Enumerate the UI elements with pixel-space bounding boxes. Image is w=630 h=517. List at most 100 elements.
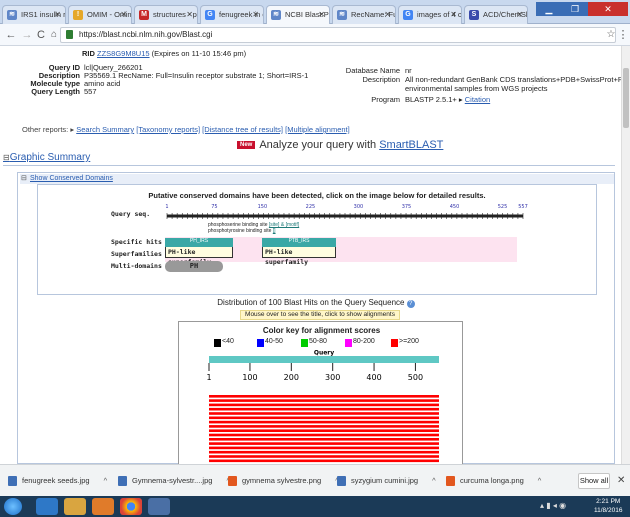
graphic-summary-panel: ⊟ Show Conserved Domains Putative conser…	[17, 172, 615, 464]
back-icon[interactable]: ←	[4, 27, 18, 43]
superfamily-bar[interactable]: PH-like superfamily	[165, 246, 233, 266]
program-value: BLASTP 2.5.1+	[405, 95, 457, 104]
download-item[interactable]: syzygium cumini.jpg ^	[335, 471, 436, 491]
tab[interactable]: ≋NCBI Blast:P355✕	[266, 5, 330, 24]
close-downloads-icon[interactable]: ✕	[617, 473, 625, 489]
explorer-icon[interactable]	[64, 498, 86, 515]
tab-close-icon[interactable]: ✕	[252, 6, 259, 23]
hit-bar[interactable]	[209, 399, 439, 402]
smartblast-link[interactable]: SmartBLAST	[379, 139, 443, 151]
citation-link[interactable]: Citation	[465, 95, 490, 104]
minimize-button[interactable]: ▁	[536, 2, 562, 16]
download-item[interactable]: Gymnema-sylvestr....jpg^	[116, 471, 230, 491]
chevron-up-icon[interactable]: ^	[432, 476, 436, 485]
color-key-label: >=200	[399, 338, 419, 345]
tab-favicon-icon: ≋	[7, 10, 17, 20]
tab-close-icon[interactable]: ✕	[318, 6, 325, 23]
close-window-button[interactable]: ✕	[588, 2, 628, 16]
chrome-icon[interactable]	[120, 498, 142, 515]
hit-bar[interactable]	[209, 446, 439, 450]
ruler-tick-label: 525	[498, 204, 508, 210]
media-player-icon[interactable]	[92, 498, 114, 515]
phosphotyrosine-link[interactable]: []	[273, 228, 276, 234]
hit-bar[interactable]	[209, 412, 439, 415]
url-input[interactable]: https://blast.ncbi.nlm.nih.gov/Blast.cgi	[60, 27, 616, 43]
hit-bar[interactable]	[209, 420, 439, 424]
page-content: RID ZZS8G9M8U15 (Expires on 11-10 15:46 …	[0, 46, 630, 464]
app-icon[interactable]	[148, 498, 170, 515]
db-name-key: Database Name	[345, 66, 400, 75]
tab[interactable]: Mstructures - pri ✕	[134, 5, 198, 24]
collapse-small-icon: ⊟	[21, 175, 27, 182]
hit-bar[interactable]	[209, 450, 439, 454]
scrollbar-thumb[interactable]	[623, 68, 629, 128]
binding-sites[interactable]: phosphoserine binding site [site] & [mot…	[208, 222, 299, 234]
clock[interactable]: 2:21 PM 11/8/2016	[594, 497, 622, 515]
download-name: gymnema sylvestre.png	[242, 476, 322, 485]
show-all-button[interactable]: Show all	[578, 473, 610, 489]
tab-favicon-icon: G	[205, 10, 215, 20]
db-desc-key: Description	[362, 75, 400, 84]
download-item[interactable]: gymnema sylvestre.png^	[226, 471, 339, 491]
multidomain-ph[interactable]: PH	[165, 261, 223, 272]
forward-icon[interactable]: →	[20, 27, 34, 43]
windows-taskbar: ▴ ▮ ◂ ◉ 2:21 PM 11/8/2016	[0, 496, 630, 517]
rid-link[interactable]: ZZS8G9M8U15	[97, 49, 150, 58]
tab-close-icon[interactable]: ✕	[384, 6, 391, 23]
tray-icons[interactable]: ▴ ▮ ◂ ◉	[540, 501, 566, 510]
hit-bar[interactable]	[209, 425, 439, 428]
color-key-swatch	[301, 339, 308, 347]
tab-favicon-icon: ≋	[271, 10, 281, 20]
hit-bar[interactable]	[209, 407, 439, 411]
taxonomy-reports-link[interactable]: [Taxonomy reports]	[136, 125, 200, 134]
tab[interactable]: ≋IRS1 insulin rec✕	[2, 5, 66, 24]
download-item[interactable]: fenugreek seeds.jpg ^	[6, 471, 107, 491]
ie-icon[interactable]	[36, 498, 58, 515]
smartblast-promo[interactable]: New Analyze your query with SmartBLAST	[237, 139, 443, 151]
tab-close-icon[interactable]: ✕	[120, 6, 127, 23]
hit-bar[interactable]	[209, 416, 439, 420]
tab[interactable]: SACD/ChemSke✕	[464, 5, 528, 24]
conserved-domains-box[interactable]: Putative conserved domains have been det…	[37, 184, 597, 295]
chevron-right-icon: ▸	[458, 95, 463, 104]
search-summary-link[interactable]: Search Summary	[76, 125, 134, 134]
chevron-up-icon[interactable]: ^	[104, 476, 108, 485]
hit-bar[interactable]	[209, 438, 439, 441]
hit-bar[interactable]	[209, 403, 439, 407]
start-orb-icon[interactable]	[4, 498, 22, 515]
tab-close-icon[interactable]: ✕	[450, 6, 457, 23]
phosphotyrosine-site-row: phosphotyrosine binding site []	[208, 228, 299, 234]
axis-tick-label: 300	[325, 373, 340, 382]
reload-icon[interactable]: C	[34, 27, 48, 43]
hit-bar[interactable]	[209, 395, 439, 398]
hit-bar[interactable]	[209, 433, 439, 437]
superfamily-bar[interactable]: PH-like superfamily	[262, 246, 336, 266]
show-conserved-domains-toggle[interactable]: ⊟ Show Conserved Domains	[20, 174, 614, 184]
menu-icon[interactable]: ⋮	[616, 27, 630, 43]
help-icon[interactable]: ?	[406, 300, 415, 308]
color-key-swatch	[214, 339, 221, 347]
hit-bar[interactable]	[209, 429, 439, 432]
tab-close-icon[interactable]: ✕	[54, 6, 61, 23]
alignment-svg[interactable]: Query 1 100 200 300 400 500	[179, 350, 464, 464]
tab[interactable]: Gfenugreek in di ✕	[200, 5, 264, 24]
tab[interactable]: ≋ RecName: Full ✕	[332, 5, 396, 24]
tab-close-icon[interactable]: ✕	[186, 6, 193, 23]
alignment-graphic[interactable]: Color key for alignment scores <40 40-50 5…	[178, 321, 463, 464]
download-item[interactable]: curcuma longa.png ^	[444, 471, 541, 491]
hit-bar[interactable]	[209, 455, 439, 458]
file-icon	[228, 476, 237, 486]
tab-close-icon[interactable]: ✕	[516, 6, 523, 23]
hit-bar[interactable]	[209, 459, 439, 463]
tab[interactable]: ! OMIM - Online ✕	[68, 5, 132, 24]
distance-tree-link[interactable]: [Distance tree of results]	[202, 125, 283, 134]
page-scrollbar[interactable]	[621, 46, 630, 464]
home-icon[interactable]: ⌂	[47, 27, 61, 43]
multiple-alignment-link[interactable]: [Multiple alignment]	[285, 125, 350, 134]
hit-bar[interactable]	[209, 442, 439, 445]
maximize-button[interactable]: ❐	[562, 2, 588, 16]
chevron-up-icon[interactable]: ^	[538, 476, 542, 485]
tab[interactable]: Gimages of 4 coc✕	[398, 5, 462, 24]
file-icon	[8, 476, 17, 486]
graphic-summary-toggle[interactable]: ⊟Graphic Summary	[3, 152, 90, 163]
